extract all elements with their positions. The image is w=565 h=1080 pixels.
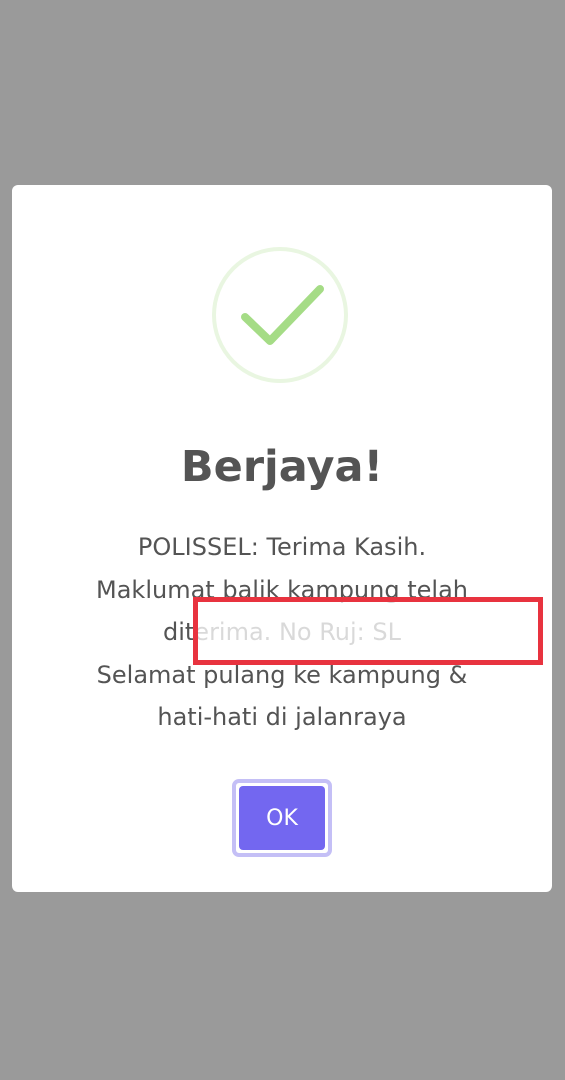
checkmark-success-icon [212,247,348,383]
dialog-title: Berjaya! [180,442,384,492]
ok-button[interactable]: OK [239,786,325,850]
reference-number-highlight-box [193,597,543,665]
ok-button-focus-ring: OK [232,779,332,857]
message-line: hati-hati di jalanraya [157,703,407,731]
message-line: POLISSEL: Terima Kasih. [137,533,427,561]
success-dialog: Berjaya! POLISSEL: Terima Kasih. Makluma… [12,185,552,892]
